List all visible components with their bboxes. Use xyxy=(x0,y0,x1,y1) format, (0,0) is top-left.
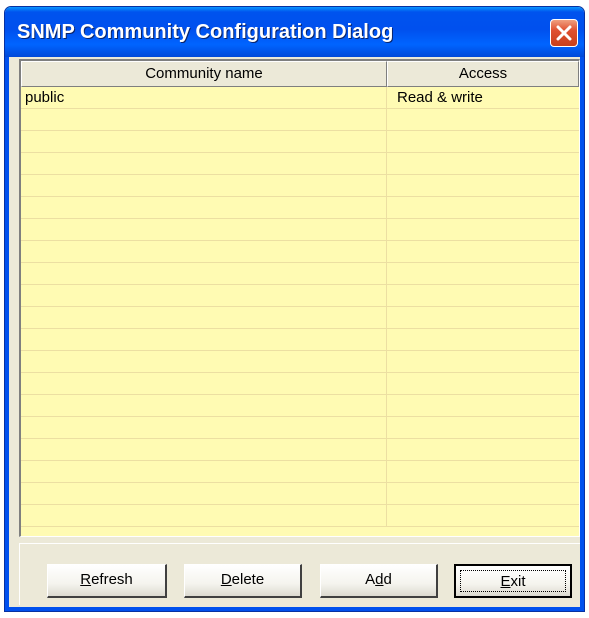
community-name-cell xyxy=(21,461,387,482)
close-button[interactable] xyxy=(550,19,578,47)
close-icon xyxy=(556,25,572,41)
delete-label-rest: elete xyxy=(231,571,265,588)
window-frame-bottom xyxy=(5,607,584,611)
access-cell xyxy=(387,461,579,482)
access-cell xyxy=(387,329,579,350)
community-name-cell xyxy=(21,417,387,438)
access-cell xyxy=(387,483,579,504)
table-row[interactable] xyxy=(21,285,579,307)
table-row[interactable] xyxy=(21,483,579,505)
access-cell xyxy=(387,351,579,372)
table-row[interactable] xyxy=(21,395,579,417)
community-name-cell xyxy=(21,109,387,130)
community-name-cell xyxy=(21,241,387,262)
column-header-community-name[interactable]: Community name xyxy=(21,61,387,87)
table-row[interactable] xyxy=(21,307,579,329)
table-row[interactable] xyxy=(21,505,579,527)
access-cell xyxy=(387,197,579,218)
table-row[interactable] xyxy=(21,263,579,285)
access-cell xyxy=(387,307,579,328)
window-frame-right xyxy=(580,57,584,611)
access-cell xyxy=(387,373,579,394)
exit-mnemonic: E xyxy=(500,573,511,590)
button-panel: Refresh Delete Add Exit xyxy=(19,543,580,605)
community-name-cell xyxy=(21,175,387,196)
table-row[interactable] xyxy=(21,219,579,241)
title-bar[interactable]: SNMP Community Configuration Dialog xyxy=(5,7,584,57)
refresh-button[interactable]: Refresh xyxy=(47,564,167,598)
community-name-cell: public xyxy=(21,87,387,108)
table-row[interactable] xyxy=(21,197,579,219)
delete-button[interactable]: Delete xyxy=(184,564,302,598)
community-name-cell xyxy=(21,483,387,504)
table-row[interactable]: public Read & write xyxy=(21,87,579,109)
community-name-cell xyxy=(21,505,387,526)
table-row[interactable] xyxy=(21,439,579,461)
exit-button[interactable]: Exit xyxy=(454,564,572,598)
exit-focus-rect: Exit xyxy=(460,570,566,592)
community-name-cell xyxy=(21,395,387,416)
table-row[interactable] xyxy=(21,329,579,351)
community-name-cell xyxy=(21,373,387,394)
table-row[interactable] xyxy=(21,417,579,439)
add-button[interactable]: Add xyxy=(320,564,438,598)
list-rows: public Read & write xyxy=(21,87,579,536)
community-name-cell xyxy=(21,285,387,306)
list-header: Community name Access xyxy=(21,61,579,87)
community-name-cell xyxy=(21,329,387,350)
community-name-cell xyxy=(21,263,387,284)
table-row[interactable] xyxy=(21,175,579,197)
table-row[interactable] xyxy=(21,153,579,175)
access-cell xyxy=(387,439,579,460)
access-cell xyxy=(387,109,579,130)
table-row[interactable] xyxy=(21,351,579,373)
access-cell xyxy=(387,175,579,196)
exit-label-rest: xit xyxy=(510,573,526,590)
table-row[interactable] xyxy=(21,461,579,483)
delete-mnemonic: D xyxy=(220,571,232,588)
community-name-cell xyxy=(21,131,387,152)
refresh-mnemonic: R xyxy=(80,571,92,588)
access-cell xyxy=(387,153,579,174)
table-row[interactable] xyxy=(21,131,579,153)
add-label-rest: d xyxy=(383,571,392,588)
community-list[interactable]: Community name Access public Read & write xyxy=(19,59,580,537)
access-cell xyxy=(387,505,579,526)
add-mnemonic: d xyxy=(375,571,384,588)
access-cell xyxy=(387,263,579,284)
snmp-community-dialog: SNMP Community Configuration Dialog Comm… xyxy=(4,6,585,612)
table-row[interactable] xyxy=(21,109,579,131)
window-frame-left xyxy=(5,57,9,611)
access-cell xyxy=(387,241,579,262)
refresh-label-rest: efresh xyxy=(91,571,133,588)
community-name-cell xyxy=(21,439,387,460)
community-name-cell xyxy=(21,307,387,328)
access-cell xyxy=(387,219,579,240)
access-cell xyxy=(387,417,579,438)
column-header-access[interactable]: Access xyxy=(387,61,579,87)
add-label-pre: A xyxy=(365,571,376,588)
access-cell xyxy=(387,131,579,152)
community-name-cell xyxy=(21,197,387,218)
window-title: SNMP Community Configuration Dialog xyxy=(17,21,394,43)
table-row[interactable] xyxy=(21,373,579,395)
community-name-cell xyxy=(21,351,387,372)
community-name-cell xyxy=(21,153,387,174)
table-row[interactable] xyxy=(21,241,579,263)
access-cell xyxy=(387,285,579,306)
community-name-cell xyxy=(21,219,387,240)
access-cell xyxy=(387,395,579,416)
access-cell: Read & write xyxy=(397,89,483,106)
